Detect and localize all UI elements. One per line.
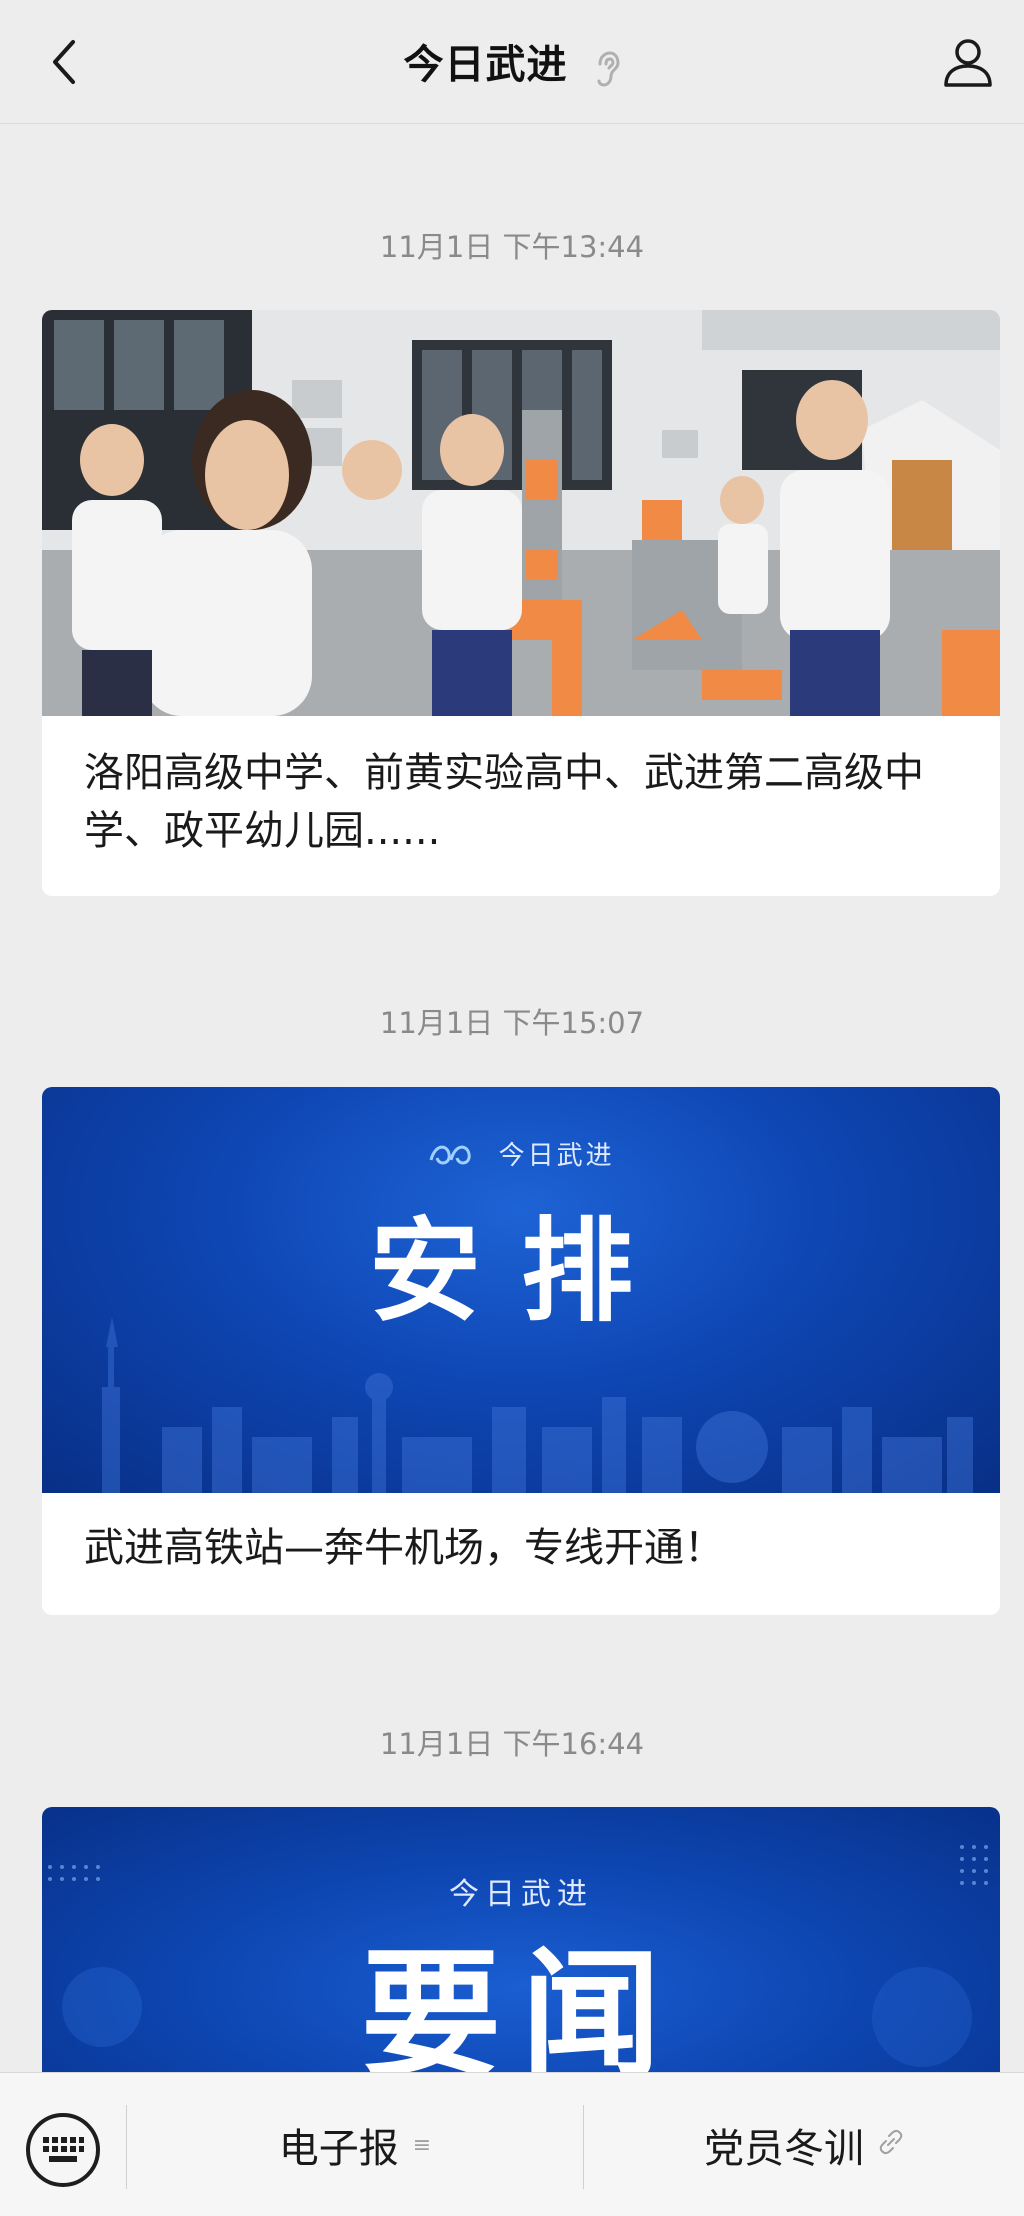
page-title: 今日武进	[403, 42, 568, 88]
message-timestamp: 11月1日 下午16:44	[379, 1727, 645, 1761]
article-list-page: 今日武进 11月1日 下午13:44 洛阳高级中学、前黄实验高中、武进第二高级中…	[0, 0, 1024, 2216]
message-timestamp: 11月1日 下午15:07	[379, 1006, 645, 1040]
article-cover-banner: 今日武进 要闻	[42, 1807, 1000, 2107]
article-card[interactable]: 洛阳高级中学、前黄实验高中、武进第二高级中学、政平幼儿园......	[42, 310, 1000, 896]
menu-item-label: 党员冬训	[704, 2126, 864, 2172]
banner-brand-label: 今日武进	[42, 1135, 1000, 1175]
menu-item-party-training[interactable]: 党员冬训	[584, 2113, 1024, 2177]
article-card[interactable]: 今日武进 安排 武进高铁站—奔牛机场，专线开通！	[42, 1087, 1000, 1615]
menu-lines-icon: ≡	[412, 2132, 432, 2158]
menu-item-e-paper[interactable]: 电子报 ≡	[127, 2113, 583, 2177]
banner-brand-text: 今日武进	[498, 1141, 615, 1171]
person-icon	[944, 39, 992, 87]
menu-item-label: 电子报	[278, 2126, 399, 2172]
keyboard-toggle-button[interactable]	[26, 2113, 100, 2187]
article-cover-photo	[42, 310, 1000, 716]
article-title: 洛阳高级中学、前黄实验高中、武进第二高级中学、政平幼儿园......	[84, 750, 924, 854]
banner-brand-text: 今日武进	[449, 1877, 593, 1912]
link-icon	[878, 2129, 904, 2161]
profile-button[interactable]	[936, 30, 1000, 94]
keyboard-icon	[43, 2137, 84, 2162]
banner-headline: 安排	[369, 1207, 673, 1337]
kindergarten-photo	[42, 310, 1000, 716]
article-title: 武进高铁站—奔牛机场，专线开通！	[84, 1525, 724, 1571]
article-card[interactable]: 今日武进 要闻	[42, 1807, 1000, 2107]
article-cover-banner: 今日武进 安排	[42, 1087, 1000, 1493]
top-nav-bar: 今日武进	[0, 0, 1024, 124]
bottom-menu-bar: 电子报 ≡ 党员冬训	[0, 2072, 1024, 2216]
brand-logo-icon	[427, 1138, 477, 1175]
ear-icon[interactable]	[595, 50, 621, 92]
message-timestamp: 11月1日 下午13:44	[379, 230, 645, 264]
title-area: 今日武进	[0, 32, 1024, 92]
